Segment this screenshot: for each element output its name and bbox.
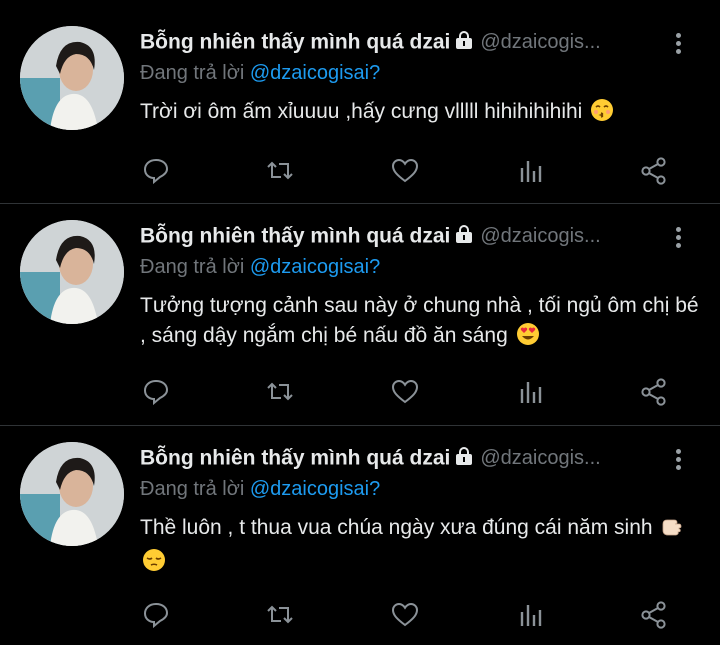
- tweet-header: Bỗng nhiên thấy mình quá dzai @dzaicogis.…: [140, 30, 680, 58]
- reply-mention[interactable]: @dzaicogisai?: [250, 256, 380, 278]
- retweet-icon[interactable]: [262, 597, 298, 633]
- handle[interactable]: @dzaicogis...: [480, 31, 600, 53]
- tweet-actions: [140, 374, 680, 410]
- share-icon[interactable]: [636, 597, 672, 633]
- display-name[interactable]: Bỗng nhiên thấy mình quá dzai: [140, 447, 450, 470]
- avatar[interactable]: [20, 26, 124, 130]
- tweet-actions: [140, 597, 680, 633]
- tweet-text: Thề luôn , t thua vua chúa ngày xưa đúng…: [140, 513, 700, 581]
- tweet-text-content: Thề luôn , t thua vua chúa ngày xưa đúng…: [140, 516, 653, 539]
- like-icon[interactable]: [387, 597, 423, 633]
- tweet-text: Trời ơi ôm ấm xỉuuuu ,hấy cưng vlllll hi…: [140, 97, 700, 131]
- avatar[interactable]: [20, 220, 124, 324]
- reply-mention[interactable]: @dzaicogisai?: [250, 62, 380, 84]
- retweet-icon[interactable]: [262, 374, 298, 410]
- more-vertical-icon[interactable]: [668, 224, 688, 252]
- avatar[interactable]: [20, 442, 124, 546]
- reply-context: Đang trả lời @dzaicogisai?: [140, 256, 380, 279]
- pensive-face-icon: [142, 548, 166, 581]
- reply-icon[interactable]: [138, 153, 174, 189]
- like-icon[interactable]: [387, 374, 423, 410]
- retweet-icon[interactable]: [262, 153, 298, 189]
- display-name[interactable]: Bỗng nhiên thấy mình quá dzai: [140, 31, 450, 54]
- reply-context: Đang trả lời @dzaicogisai?: [140, 478, 380, 501]
- views-icon[interactable]: [512, 597, 548, 633]
- reply-prefix: Đang trả lời: [140, 256, 245, 278]
- display-name[interactable]: Bỗng nhiên thấy mình quá dzai: [140, 225, 450, 248]
- divider: [0, 203, 720, 204]
- reply-prefix: Đang trả lời: [140, 62, 245, 84]
- more-vertical-icon[interactable]: [668, 446, 688, 474]
- share-icon[interactable]: [636, 153, 672, 189]
- lock-icon: [454, 446, 474, 471]
- reply-context: Đang trả lời @dzaicogisai?: [140, 62, 380, 85]
- more-vertical-icon[interactable]: [668, 30, 688, 58]
- share-icon[interactable]: [636, 374, 672, 410]
- tweet-header: Bỗng nhiên thấy mình quá dzai @dzaicogis.…: [140, 224, 680, 252]
- tweet-text-content: Tưởng tượng cảnh sau này ở chung nhà , t…: [140, 294, 699, 347]
- reply-mention[interactable]: @dzaicogisai?: [250, 478, 380, 500]
- pointing-hand-icon: [660, 514, 684, 547]
- reply-prefix: Đang trả lời: [140, 478, 245, 500]
- reply-icon[interactable]: [138, 374, 174, 410]
- divider: [0, 425, 720, 426]
- lock-icon: [454, 224, 474, 249]
- handle[interactable]: @dzaicogis...: [480, 225, 600, 247]
- reply-icon[interactable]: [138, 597, 174, 633]
- tweet-header: Bỗng nhiên thấy mình quá dzai @dzaicogis.…: [140, 446, 680, 474]
- kissing-face-icon: [590, 98, 614, 131]
- handle[interactable]: @dzaicogis...: [480, 447, 600, 469]
- heart-eyes-face-icon: [516, 322, 540, 355]
- views-icon[interactable]: [512, 374, 548, 410]
- views-icon[interactable]: [512, 153, 548, 189]
- tweet-text: Tưởng tượng cảnh sau này ở chung nhà , t…: [140, 291, 700, 355]
- like-icon[interactable]: [387, 153, 423, 189]
- tweet-actions: [140, 153, 680, 189]
- tweet-text-content: Trời ơi ôm ấm xỉuuuu ,hấy cưng vlllll hi…: [140, 100, 583, 123]
- lock-icon: [454, 30, 474, 55]
